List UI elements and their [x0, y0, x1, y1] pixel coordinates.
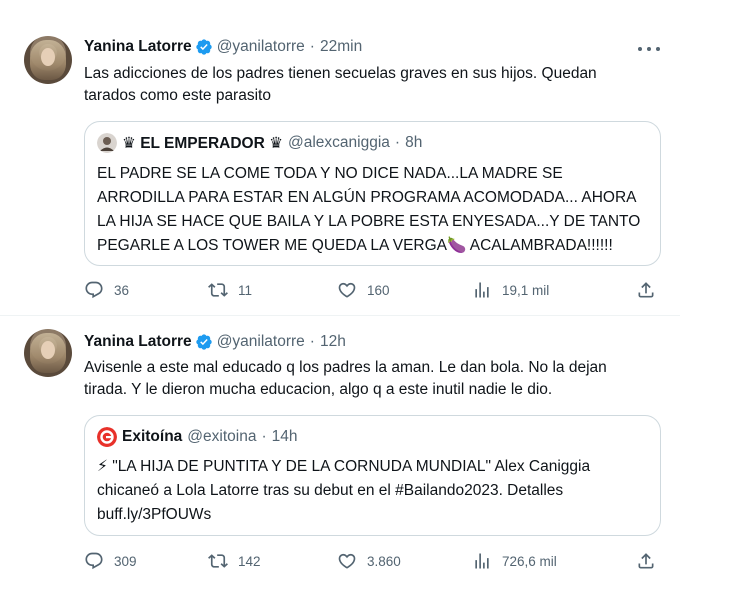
quote-text: EL PADRE SE LA COME TODA Y NO DICE NADA.…	[97, 162, 652, 258]
tweet-text-line: tirada. Y le dieron mucha educacion, alg…	[84, 381, 553, 398]
share-button[interactable]	[636, 551, 656, 571]
author-name[interactable]: Yanina Latorre	[84, 333, 192, 351]
tweet-text-line: Avisenle a este mal educado q los padres…	[84, 359, 607, 376]
tweet-actions: 309 142 3.860 726,6 mil	[78, 551, 668, 575]
share-icon	[638, 553, 654, 569]
quote-time: 14h	[271, 428, 298, 445]
verified-badge-icon	[196, 334, 212, 350]
reply-count: 36	[114, 282, 130, 298]
quote-text-line: EL PADRE SE LA COME TODA Y NO DICE NADA.…	[97, 165, 563, 182]
like-button[interactable]: 160	[337, 280, 390, 300]
quote-avatar	[97, 133, 117, 153]
quote-header: Exitoína @exitoina · 14h	[97, 427, 298, 447]
like-count: 160	[367, 282, 390, 298]
tweet-actions: 36 11 160 19,1 mil	[78, 280, 668, 304]
retweet-button[interactable]: 11	[208, 280, 252, 300]
reply-button[interactable]: 36	[84, 280, 129, 300]
reply-button[interactable]: 309	[84, 551, 137, 571]
retweet-count: 142	[238, 553, 261, 569]
reply-count: 309	[114, 553, 137, 569]
quote-link[interactable]: buff.ly/3PfOUWs	[97, 503, 652, 527]
quote-author-handle: @alexcaniggia	[288, 134, 390, 151]
author-name[interactable]: Yanina Latorre	[84, 38, 192, 56]
author-handle[interactable]: @yanilatorre	[217, 38, 305, 56]
quote-text-line: chicaneó a Lola Latorre tras su debut en…	[97, 482, 564, 499]
tweet-text: Avisenle a este mal educado q los padres…	[84, 357, 664, 401]
share-icon	[638, 282, 654, 298]
quote-author-name: Exitoína	[122, 428, 183, 445]
reply-icon	[85, 552, 103, 570]
quote-text-line: ARRODILLA PARA ESTAR EN ALGÚN PROGRAMA A…	[97, 189, 637, 206]
tweet[interactable]: Yanina Latorre @yanilatorre · 12h Avisen…	[0, 317, 680, 591]
reply-icon	[85, 281, 103, 299]
avatar[interactable]	[24, 36, 72, 84]
quote-tweet[interactable]: Exitoína @exitoina · 14h ⚡ "LA HIJA DE P…	[84, 415, 661, 536]
views-count: 726,6 mil	[502, 553, 557, 569]
views-icon	[475, 553, 489, 569]
quote-text-line: PEGARLE A LOS TOWER ME QUEDA LA VERGA🍆 A…	[97, 237, 613, 254]
retweet-icon	[208, 554, 228, 568]
tweet-header: Yanina Latorre @yanilatorre · 22min	[84, 38, 362, 56]
separator-dot: ·	[309, 333, 315, 350]
tweet-text-line: tarados como este parasito	[84, 87, 271, 104]
views-button[interactable]: 19,1 mil	[472, 280, 549, 300]
quote-text-line: LA HIJA SE HACE QUE BAILA Y LA POBRE EST…	[97, 213, 641, 230]
verified-badge-icon	[196, 39, 212, 55]
views-count: 19,1 mil	[502, 282, 550, 298]
retweet-button[interactable]: 142	[208, 551, 261, 571]
retweet-count: 11	[238, 282, 253, 298]
exitoina-logo-icon	[97, 427, 117, 447]
like-button[interactable]: 3.860	[337, 551, 401, 571]
like-icon	[338, 282, 356, 298]
share-button[interactable]	[636, 280, 656, 300]
quote-header: ♛ EL EMPERADOR ♛ @alexcaniggia · 8h	[97, 133, 422, 153]
views-button[interactable]: 726,6 mil	[472, 551, 557, 571]
tweet[interactable]: Yanina Latorre @yanilatorre · 22min Las …	[0, 0, 680, 316]
quote-author-name: ♛ EL EMPERADOR ♛	[122, 134, 283, 152]
separator-dot: ·	[261, 428, 267, 445]
quote-time: 8h	[405, 134, 423, 151]
separator-dot: ·	[309, 38, 315, 55]
quote-author-handle: @exitoina	[187, 428, 257, 445]
tweet-time[interactable]: 12h	[320, 333, 346, 351]
quote-tweet[interactable]: ♛ EL EMPERADOR ♛ @alexcaniggia · 8h EL P…	[84, 121, 661, 266]
tweet-text-line: Las adicciones de los padres tienen secu…	[84, 65, 597, 82]
views-icon	[475, 282, 489, 298]
like-icon	[338, 553, 356, 569]
retweet-icon	[208, 283, 228, 297]
separator-dot: ·	[394, 134, 401, 151]
tweet-header: Yanina Latorre @yanilatorre · 12h	[84, 333, 346, 351]
more-icon[interactable]	[638, 40, 660, 58]
tweet-time[interactable]: 22min	[320, 38, 362, 56]
like-count: 3.860	[367, 553, 401, 569]
quote-text: ⚡ "LA HIJA DE PUNTITA Y DE LA CORNUDA MU…	[97, 455, 652, 527]
author-handle[interactable]: @yanilatorre	[217, 333, 305, 351]
quote-text-line: ⚡ "LA HIJA DE PUNTITA Y DE LA CORNUDA MU…	[97, 458, 591, 475]
tweet-text: Las adicciones de los padres tienen secu…	[84, 63, 664, 107]
avatar[interactable]	[24, 329, 72, 377]
